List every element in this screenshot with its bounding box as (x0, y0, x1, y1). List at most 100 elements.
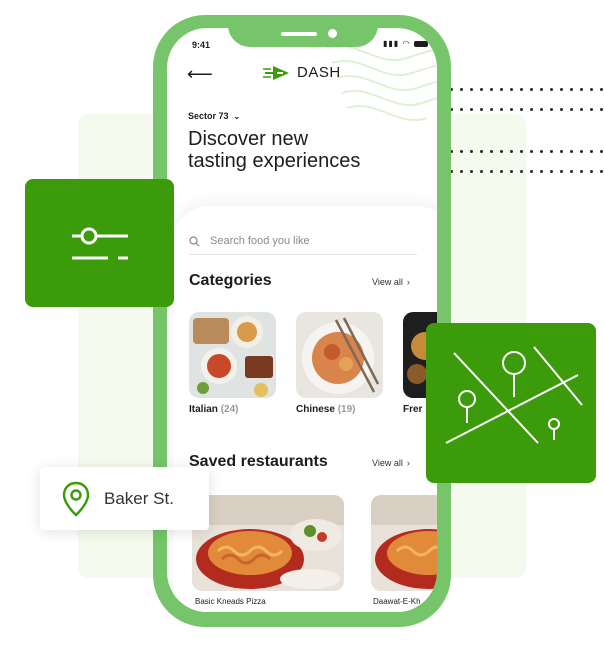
search-bar[interactable] (189, 228, 417, 255)
dot (480, 170, 483, 173)
map-tile[interactable] (426, 323, 596, 483)
dot (560, 170, 563, 173)
dash-logo-icon (263, 65, 289, 80)
restaurant-card-daawat[interactable]: Daawat-E-Kh (371, 495, 437, 606)
back-arrow-icon[interactable]: ⟵ (187, 64, 213, 85)
dot (480, 88, 483, 91)
dot (490, 150, 493, 153)
category-card-chinese[interactable]: Chinese (19) (296, 312, 383, 415)
dot (560, 88, 563, 91)
signal-icon: ▮▮▮ (383, 39, 400, 48)
dot (550, 150, 553, 153)
filter-tile[interactable] (25, 179, 174, 307)
dot (510, 108, 513, 111)
category-card-italian[interactable]: Italian (24) (189, 312, 276, 415)
sector-selector[interactable]: Sector 73 ⌄ (188, 111, 240, 121)
categories-title: Categories (189, 272, 272, 289)
dot (580, 170, 583, 173)
location-pin-icon (62, 481, 90, 517)
dot (500, 170, 503, 173)
saved-view-all-link[interactable]: View all › (372, 458, 410, 468)
dot (470, 88, 473, 91)
dot (550, 108, 553, 111)
categories-view-all-link[interactable]: View all › (372, 277, 410, 287)
filter-slider-icon (72, 227, 128, 260)
search-icon (189, 235, 200, 246)
dot (490, 108, 493, 111)
map-pins-icon (445, 346, 583, 444)
dot (470, 150, 473, 153)
restaurant-name: Basic Kneads Pizza (195, 597, 266, 606)
restaurant-card-basic-kneads[interactable]: Basic Kneads Pizza (192, 495, 344, 606)
dot (500, 88, 503, 91)
dot (470, 108, 473, 111)
category-name: Italian (189, 404, 218, 415)
dot (520, 150, 523, 153)
battery-icon (413, 40, 428, 47)
restaurant-name: Daawat-E-Kh (373, 597, 421, 606)
dot (540, 108, 543, 111)
category-label-chinese: Chinese (19) (296, 404, 383, 415)
address-badge[interactable]: Baker St. (40, 467, 209, 530)
brand-name: DASH (297, 64, 341, 81)
wifi-icon: ◠ (402, 39, 411, 48)
dot (500, 108, 503, 111)
dot (530, 88, 533, 91)
search-input[interactable] (208, 234, 402, 248)
category-name: Chinese (296, 404, 335, 415)
saved-restaurants-title: Saved restaurants (189, 453, 328, 470)
dot (470, 170, 473, 173)
title-line-2: tasting experiences (188, 150, 361, 172)
dot (460, 88, 463, 91)
dot (570, 170, 573, 173)
phone-notch (228, 15, 378, 47)
view-all-label: View all (372, 277, 403, 287)
title-line-1: Discover new (188, 128, 309, 150)
status-time: 9:41 (192, 40, 211, 50)
dot (550, 170, 553, 173)
dot (490, 88, 493, 91)
dot (560, 108, 563, 111)
chevron-right-icon: › (406, 277, 410, 287)
dot (460, 108, 463, 111)
italian-food-image (189, 312, 276, 398)
restaurant-image (371, 495, 437, 591)
dot (550, 88, 553, 91)
chevron-right-icon: › (406, 458, 410, 468)
dot (570, 88, 573, 91)
dot-pattern (450, 88, 604, 176)
dot (460, 170, 463, 173)
chevron-down-icon: ⌄ (233, 111, 241, 121)
dot (530, 108, 533, 111)
sector-label: Sector 73 (188, 111, 229, 121)
category-count: (24) (220, 404, 239, 415)
dot (590, 88, 593, 91)
dot (520, 88, 523, 91)
dot (580, 88, 583, 91)
dot (570, 108, 573, 111)
dot (540, 88, 543, 91)
dot (520, 108, 523, 111)
page-title: Discover new tasting experiences (188, 128, 408, 172)
chinese-food-image (296, 312, 383, 398)
view-all-label: View all (372, 458, 403, 468)
dot (510, 170, 513, 173)
dot (540, 150, 543, 153)
brand-logo: DASH (263, 64, 341, 81)
dot (560, 150, 563, 153)
dot (590, 150, 593, 153)
dot (570, 150, 573, 153)
dot (460, 150, 463, 153)
dot (590, 108, 593, 111)
dot (510, 150, 513, 153)
camera (328, 29, 337, 38)
category-count: (19) (337, 404, 356, 415)
status-icons: ▮▮▮ ◠ (383, 39, 428, 48)
dot (600, 88, 603, 91)
dot (520, 170, 523, 173)
dot (590, 170, 593, 173)
dot (600, 150, 603, 153)
dot (580, 108, 583, 111)
dot (600, 170, 603, 173)
dot (480, 108, 483, 111)
